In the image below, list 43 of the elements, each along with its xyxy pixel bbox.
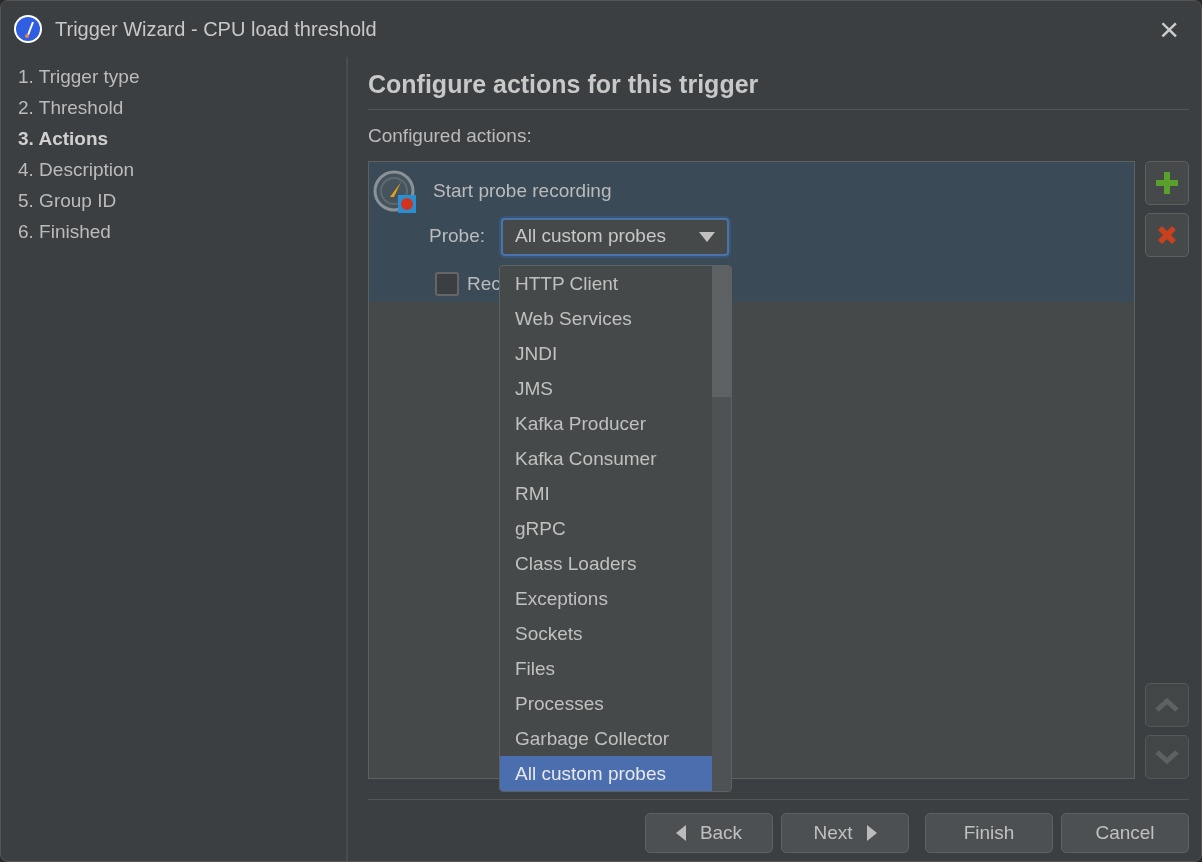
scrollbar[interactable]	[712, 266, 731, 791]
page-heading: Configure actions for this trigger	[368, 69, 1189, 110]
action-title: Start probe recording	[433, 179, 612, 204]
probe-label: Probe:	[429, 224, 485, 249]
dropdown-option[interactable]: Files	[500, 651, 712, 686]
dropdown-option[interactable]: JNDI	[500, 336, 712, 371]
cancel-button[interactable]: Cancel	[1061, 813, 1189, 853]
remove-button[interactable]	[1145, 212, 1189, 257]
gauge-record-icon	[373, 169, 417, 214]
actions-label: Configured actions:	[368, 124, 533, 148]
dropdown-option[interactable]: Exceptions	[500, 581, 712, 616]
caret-icon	[699, 231, 715, 242]
dropdown-option[interactable]: JMS	[500, 371, 712, 406]
checkbox-label: Rec	[467, 271, 501, 296]
wizard-step[interactable]: 5. Group ID	[18, 189, 329, 213]
dropdown-option[interactable]: Kafka Consumer	[500, 441, 712, 476]
right-triangle-icon	[866, 825, 877, 841]
close-button[interactable]: ×	[1149, 12, 1189, 46]
dropdown-option[interactable]: Class Loaders	[500, 546, 712, 581]
dropdown-option[interactable]: Kafka Producer	[500, 406, 712, 441]
finish-button[interactable]: Finish	[925, 813, 1053, 853]
wizard-step[interactable]: 3. Actions	[18, 127, 329, 151]
dropdown-option[interactable]: RMI	[500, 476, 712, 511]
dropdown-option[interactable]: Garbage Collector	[500, 721, 712, 756]
scrollbar-thumb[interactable]	[712, 266, 731, 397]
wizard-step[interactable]: 6. Finished	[18, 220, 329, 244]
add-button[interactable]	[1145, 160, 1189, 205]
wizard-step[interactable]: 2. Threshold	[18, 96, 329, 120]
dropdown-option[interactable]: Processes	[500, 686, 712, 721]
dropdown-option[interactable]: All custom probes	[500, 756, 712, 791]
dropdown-option[interactable]: Sockets	[500, 616, 712, 651]
back-button[interactable]: Back	[645, 813, 773, 853]
wizard-step[interactable]: 1. Trigger type	[18, 65, 329, 89]
next-button[interactable]: Next	[781, 813, 909, 853]
dropdown-option[interactable]: HTTP Client	[500, 266, 712, 301]
dropdown-option[interactable]: Web Services	[500, 301, 712, 336]
wizard-step[interactable]: 4. Description	[18, 158, 329, 182]
left-triangle-icon	[675, 825, 686, 841]
probe-dropdown[interactable]: All custom probes	[501, 217, 729, 256]
speedometer-icon	[13, 14, 43, 44]
window-title: Trigger Wizard - CPU load threshold	[55, 17, 377, 42]
checkbox[interactable]	[435, 271, 459, 296]
dropdown-option[interactable]: gRPC	[500, 511, 712, 546]
